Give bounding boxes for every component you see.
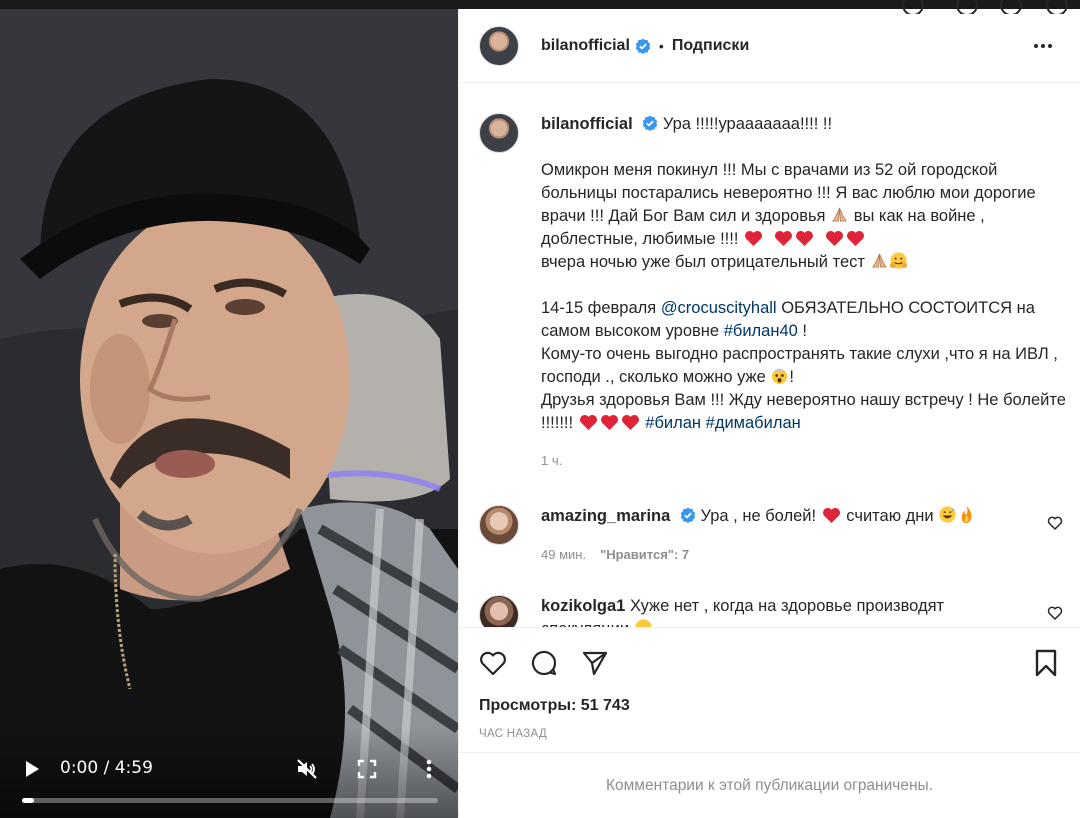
caption-timestamp[interactable]: 1 ч. [541,449,1069,472]
muted-speaker-icon[interactable] [295,757,319,781]
bookmark-icon[interactable] [1031,648,1061,678]
red-heart-emoji [775,230,793,247]
caption-username[interactable]: bilanofficial [541,115,633,133]
comment-text: amazing_marina Ура , не болей! считаю дн… [541,505,1021,566]
views-count[interactable]: Просмотры: 51 743 [479,697,630,715]
comment-time[interactable]: 49 мин. [541,547,586,562]
comments-restricted-notice: Комментарии к этой публикации ограничены… [459,752,1080,818]
verified-badge-icon [635,38,651,54]
heart-outline-icon[interactable] [1047,515,1063,531]
comment-icon[interactable] [529,648,559,678]
heart-outline-icon[interactable] [1047,605,1063,621]
comments-list[interactable]: bilanofficial Ура !!!!!урааааааа!!!! !! … [459,83,1080,627]
red-heart-emoji [796,230,814,247]
caption-paragraph-1c: вчера ночью уже был отрицательный тест [541,253,865,271]
video-time-display: 0:00 / 4:59 [60,758,153,778]
emoji [635,619,652,627]
video-progress-fill [22,798,35,803]
comment-likes[interactable]: "Нравится": 7 [600,547,689,562]
share-icon[interactable] [580,648,610,678]
comment-text-b: считаю дни [846,507,934,525]
avatar[interactable] [479,595,519,627]
caption-line-1: Ура !!!!!урааааааа!!!! !! [662,115,833,133]
following-button[interactable]: Подписки [672,37,749,55]
comment-text: kozikolga1 Хуже нет , когда на здоровье … [541,595,1021,627]
caption-paragraph-3a: Кому-то очень выгодно распространять так… [541,345,1058,386]
exploding-head-emoji [772,368,788,385]
video-player[interactable]: 0:00 / 4:59 [0,9,458,818]
avatar[interactable] [479,25,519,66]
red-heart-emoji [600,414,618,431]
grinning-sweat-emoji [939,506,956,523]
comment-username[interactable]: amazing_marina [541,507,670,525]
post-actions: Просмотры: 51 743 час назад Комментарии … [459,627,1080,817]
video-controls-bar: 0:00 / 4:59 [0,728,458,818]
play-icon[interactable] [22,759,42,779]
caption-text: bilanofficial Ура !!!!!урааааааа!!!! !! … [541,113,1069,472]
post-details-panel: bilanofficial • Подписки bilanofficial У… [458,0,1080,818]
comment-meta: 49 мин. "Нравится": 7 [541,543,1021,566]
more-vertical-icon[interactable] [419,757,439,781]
caption-avatar[interactable] [479,113,519,153]
red-heart-emoji [822,507,840,524]
verified-badge-icon [680,507,696,523]
caption-paragraph-2c: ! [802,322,807,340]
post-header: bilanofficial • Подписки [459,9,1080,83]
caption-paragraph-2a: 14-15 февраля [541,299,657,317]
video-still-image [0,9,458,818]
post-timestamp[interactable]: час назад [479,728,547,740]
avatar[interactable] [479,505,519,545]
red-heart-emoji [579,414,597,431]
hugging-face-emoji [889,252,907,269]
fullscreen-icon[interactable] [356,758,378,780]
author-username[interactable]: bilanofficial [541,37,630,55]
verified-badge-icon [643,115,658,131]
red-heart-emoji [745,230,763,247]
caption-paragraph-3b: ! [789,368,794,386]
video-progress-bar[interactable] [22,798,438,803]
hashtag-link[interactable]: #билан40 [724,322,798,340]
folded-hands-emoji [832,207,847,222]
red-heart-emoji [826,230,844,247]
header-separator: • [658,37,664,54]
hashtag-link[interactable]: #димабилан [706,414,801,432]
red-heart-emoji [847,230,865,247]
comment-text-a: Ура , не болей! [700,507,817,525]
more-horizontal-icon[interactable] [1034,37,1056,55]
hashtag-link[interactable]: #билан [645,414,701,432]
fire-emoji [961,505,972,524]
mention-link[interactable]: @crocuscityhall [661,299,777,317]
red-heart-emoji [621,414,639,431]
comment-username[interactable]: kozikolga1 [541,597,625,615]
folded-hands-emoji [871,253,887,268]
heart-outline-icon[interactable] [478,648,508,678]
